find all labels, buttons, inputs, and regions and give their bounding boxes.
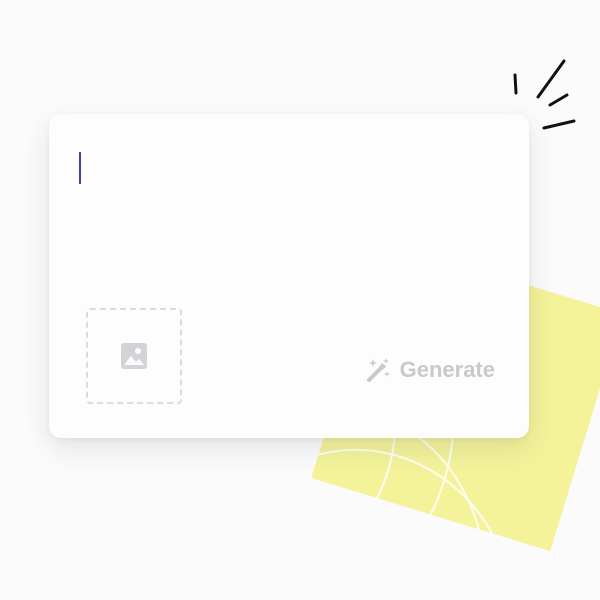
magic-wand-icon [366, 358, 390, 382]
prompt-input[interactable] [77, 150, 501, 192]
prompt-card: Generate [49, 114, 529, 438]
stage: Generate [0, 0, 600, 600]
generate-button[interactable]: Generate [366, 357, 495, 383]
image-icon [121, 343, 147, 369]
generate-button-label: Generate [399, 357, 495, 382]
text-caret [79, 152, 81, 184]
image-upload-dropzone[interactable] [86, 308, 182, 404]
